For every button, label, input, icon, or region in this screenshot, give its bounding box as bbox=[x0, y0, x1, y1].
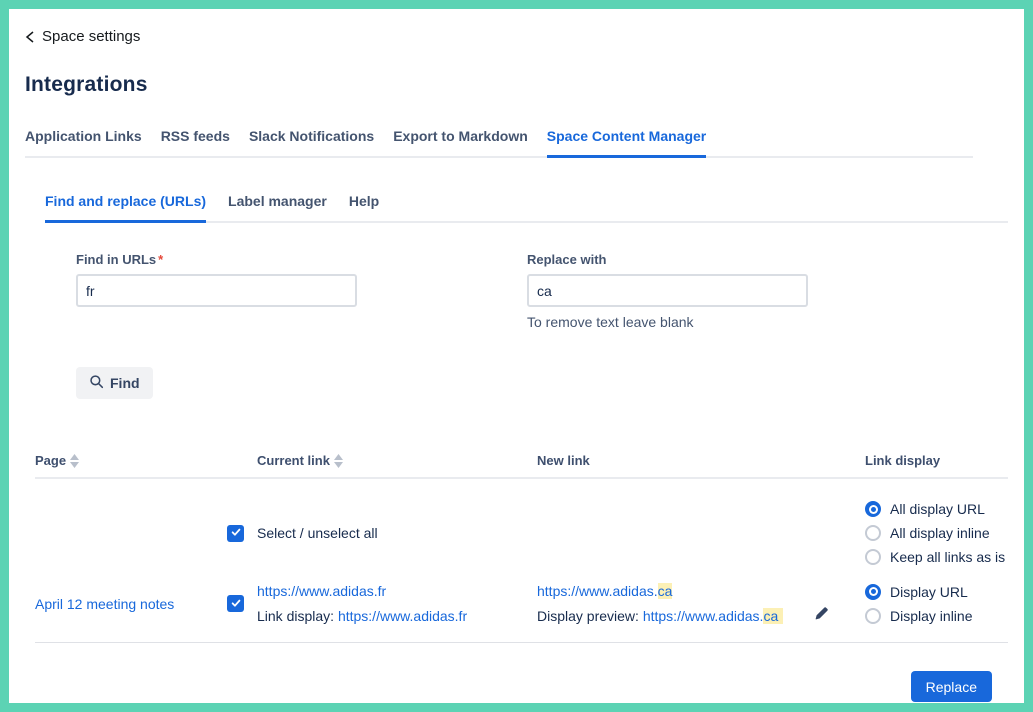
tab-rss-feeds[interactable]: RSS feeds bbox=[161, 128, 230, 156]
radio-label: Display URL bbox=[890, 584, 968, 600]
radio-label: Keep all links as is bbox=[890, 549, 1005, 565]
header-page-label: Page bbox=[35, 453, 66, 468]
radio-keep-all-links[interactable]: Keep all links as is bbox=[865, 549, 1008, 565]
select-all-row: Select / unselect all All display URL Al… bbox=[35, 479, 1008, 565]
table-header-row: Page Current link New link Link display bbox=[35, 453, 1008, 479]
tab-export-to-markdown[interactable]: Export to Markdown bbox=[393, 128, 528, 156]
current-link-display-line: Link display: https://www.adidas.fr bbox=[257, 608, 537, 624]
radio-selected-icon bbox=[865, 501, 881, 517]
current-link-url[interactable]: https://www.adidas.fr bbox=[257, 583, 386, 599]
tab-slack-notifications[interactable]: Slack Notifications bbox=[249, 128, 374, 156]
sort-arrows-icon[interactable] bbox=[334, 454, 343, 468]
replace-field-label: Replace with bbox=[527, 252, 808, 267]
space-settings-page: Space settings Integrations Application … bbox=[9, 9, 1024, 703]
radio-display-inline[interactable]: Display inline bbox=[865, 608, 1008, 624]
tab-space-content-manager[interactable]: Space Content Manager bbox=[547, 128, 706, 158]
replace-hint: To remove text leave blank bbox=[527, 314, 808, 330]
link-display-url[interactable]: https://www.adidas.fr bbox=[338, 608, 467, 624]
radio-label: Display inline bbox=[890, 608, 972, 624]
column-header-current-link[interactable]: Current link bbox=[257, 453, 537, 468]
radio-label: All display URL bbox=[890, 501, 985, 517]
header-current-link-label: Current link bbox=[257, 453, 330, 468]
find-replace-form: Find in URLs* Replace with To remove tex… bbox=[76, 252, 1024, 330]
find-label-text: Find in URLs bbox=[76, 252, 156, 267]
row-checkbox-cell bbox=[227, 595, 257, 612]
new-link-line: https://www.adidas.ca bbox=[537, 583, 825, 599]
replace-button[interactable]: Replace bbox=[911, 671, 992, 702]
find-field-group: Find in URLs* bbox=[76, 252, 357, 330]
column-header-page[interactable]: Page bbox=[35, 453, 227, 468]
page-link[interactable]: April 12 meeting notes bbox=[35, 596, 174, 612]
new-link-cell: https://www.adidas.ca Display preview: h… bbox=[537, 583, 865, 624]
radio-all-display-inline[interactable]: All display inline bbox=[865, 525, 1008, 541]
column-header-new-link: New link bbox=[537, 453, 865, 468]
preview-link-changed-part: ca bbox=[763, 608, 783, 624]
chevron-left-icon bbox=[25, 30, 35, 44]
find-button-label: Find bbox=[110, 375, 140, 391]
header-link-display-label: Link display bbox=[865, 453, 940, 468]
integration-tabs: Application Links RSS feeds Slack Notifi… bbox=[25, 128, 973, 158]
replace-input[interactable] bbox=[527, 274, 808, 307]
replace-field-group: Replace with To remove text leave blank bbox=[527, 252, 808, 330]
find-input[interactable] bbox=[76, 274, 357, 307]
find-button[interactable]: Find bbox=[76, 367, 153, 399]
new-link-base: https://www.adidas. bbox=[537, 583, 658, 599]
page-title-cell: April 12 meeting notes bbox=[35, 596, 227, 612]
table-row: April 12 meeting notes https://www.adida… bbox=[35, 583, 1008, 643]
current-link-cell: https://www.adidas.fr Link display: http… bbox=[257, 583, 537, 624]
header-new-link-label: New link bbox=[537, 453, 590, 468]
radio-all-display-url[interactable]: All display URL bbox=[865, 501, 1008, 517]
select-all-label[interactable]: Select / unselect all bbox=[257, 525, 537, 541]
back-to-space-settings-link[interactable]: Space settings bbox=[25, 28, 140, 45]
select-all-checkbox[interactable] bbox=[227, 525, 244, 542]
subtab-find-and-replace-urls[interactable]: Find and replace (URLs) bbox=[45, 193, 206, 223]
radio-display-url[interactable]: Display URL bbox=[865, 584, 1008, 600]
table-footer: Replace bbox=[35, 671, 992, 702]
required-marker: * bbox=[158, 252, 163, 267]
row-display-options: Display URL Display inline bbox=[865, 584, 1008, 624]
radio-selected-icon bbox=[865, 584, 881, 600]
new-link-changed-part: ca bbox=[658, 583, 673, 599]
column-header-link-display: Link display bbox=[865, 453, 1008, 468]
checkmark-icon bbox=[230, 596, 242, 612]
radio-unselected-icon bbox=[865, 608, 881, 624]
back-link-label: Space settings bbox=[42, 28, 140, 45]
preview-line: Display preview: https://www.adidas.ca bbox=[537, 608, 825, 624]
preview-link-base: https://www.adidas. bbox=[643, 608, 764, 624]
column-header-spacer bbox=[227, 453, 257, 468]
radio-label: All display inline bbox=[890, 525, 990, 541]
radio-unselected-icon bbox=[865, 525, 881, 541]
radio-unselected-icon bbox=[865, 549, 881, 565]
subtab-label-manager[interactable]: Label manager bbox=[228, 193, 327, 221]
search-icon bbox=[89, 374, 104, 392]
subtab-help[interactable]: Help bbox=[349, 193, 379, 221]
pencil-icon[interactable] bbox=[814, 606, 829, 624]
row-checkbox[interactable] bbox=[227, 595, 244, 612]
page-title: Integrations bbox=[25, 73, 1024, 97]
select-all-checkbox-cell bbox=[227, 525, 257, 542]
checkmark-icon bbox=[230, 525, 242, 541]
results-table: Page Current link New link Link display bbox=[35, 453, 1008, 702]
sort-arrows-icon[interactable] bbox=[70, 454, 79, 468]
link-display-prefix: Link display: bbox=[257, 608, 338, 624]
replace-label-text: Replace with bbox=[527, 252, 606, 267]
global-display-options: All display URL All display inline Keep … bbox=[865, 501, 1008, 565]
preview-prefix: Display preview: bbox=[537, 608, 643, 624]
tab-application-links[interactable]: Application Links bbox=[25, 128, 142, 156]
content-manager-subtabs: Find and replace (URLs) Label manager He… bbox=[45, 193, 1008, 223]
find-field-label: Find in URLs* bbox=[76, 252, 357, 267]
